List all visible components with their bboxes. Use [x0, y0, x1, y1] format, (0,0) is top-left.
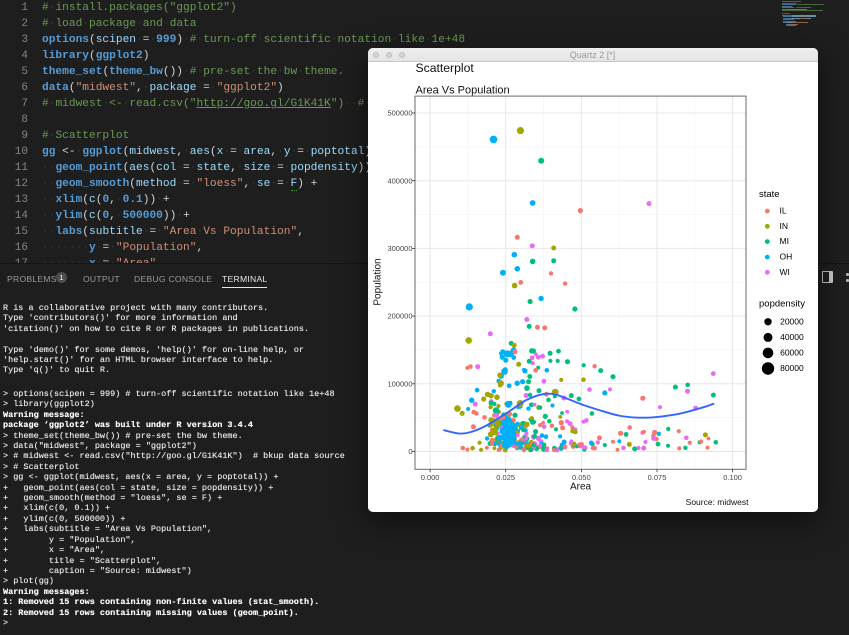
svg-text:MI: MI: [779, 236, 788, 246]
svg-text:500000: 500000: [387, 109, 412, 118]
svg-text:40000: 40000: [780, 332, 804, 342]
svg-text:0.000: 0.000: [420, 473, 439, 482]
svg-text:Scatterplot: Scatterplot: [415, 62, 474, 75]
svg-text:0: 0: [408, 447, 412, 456]
svg-text:OH: OH: [779, 252, 792, 262]
svg-text:WI: WI: [779, 267, 789, 277]
svg-text:100000: 100000: [387, 379, 412, 388]
svg-text:60000: 60000: [780, 348, 804, 358]
svg-text:Source: midwest: Source: midwest: [685, 497, 748, 507]
svg-text:0.100: 0.100: [723, 473, 742, 482]
svg-text:80000: 80000: [780, 363, 804, 373]
svg-text:300000: 300000: [387, 244, 412, 253]
svg-text:Population: Population: [372, 258, 383, 305]
svg-text:Area Vs Population: Area Vs Population: [415, 84, 509, 96]
svg-text:0.025: 0.025: [496, 473, 515, 482]
svg-text:400000: 400000: [387, 176, 412, 185]
svg-text:200000: 200000: [387, 312, 412, 321]
svg-text:popdensity: popdensity: [759, 299, 805, 310]
svg-text:IN: IN: [779, 221, 788, 231]
svg-text:state: state: [759, 189, 780, 200]
svg-text:0.075: 0.075: [647, 473, 666, 482]
svg-text:IL: IL: [779, 206, 786, 216]
svg-text:20000: 20000: [780, 316, 804, 326]
svg-text:Area: Area: [569, 481, 591, 492]
